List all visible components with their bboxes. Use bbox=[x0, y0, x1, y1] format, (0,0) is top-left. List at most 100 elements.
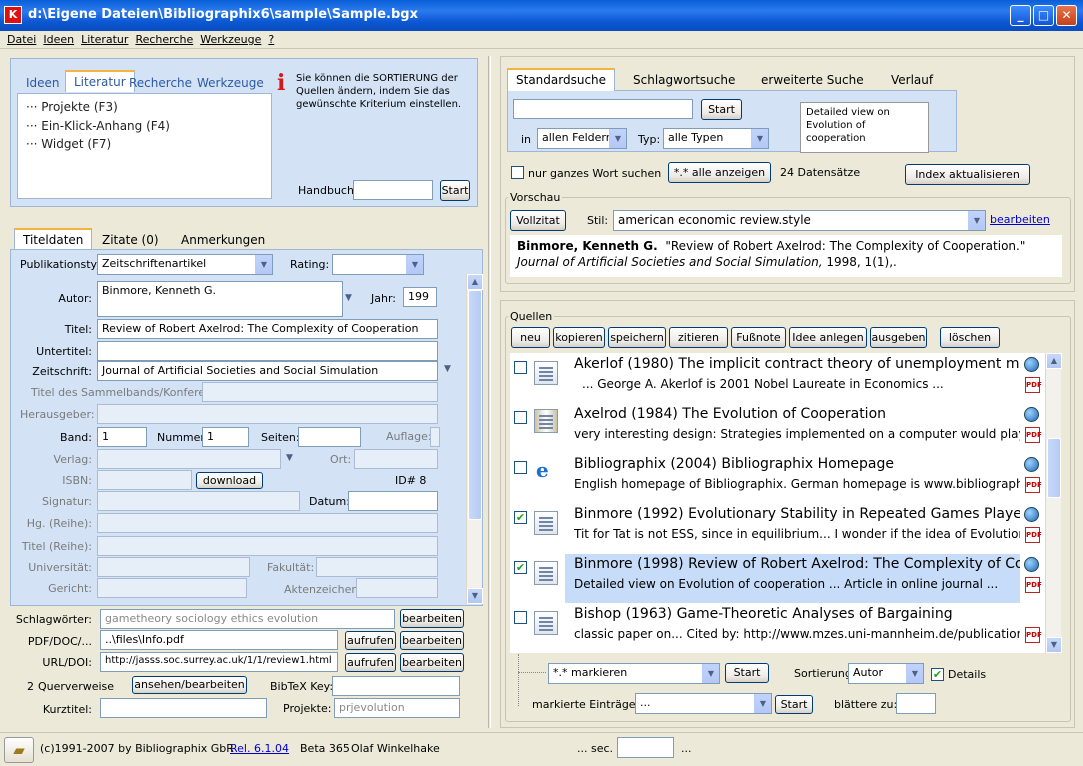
band-input[interactable]: 1 bbox=[97, 427, 147, 447]
mark-select[interactable]: *.* markieren ▼ bbox=[548, 663, 720, 684]
untertitel-input[interactable] bbox=[97, 341, 438, 361]
maximize-button[interactable]: □ bbox=[1033, 5, 1054, 26]
list-item[interactable]: Akerlof (1980) The implicit contract the… bbox=[510, 353, 1045, 403]
web-link-icon[interactable] bbox=[1024, 457, 1039, 472]
tab-ideen[interactable]: Ideen bbox=[18, 73, 68, 93]
tab-verlauf[interactable]: Verlauf bbox=[883, 70, 941, 90]
loeschen-button[interactable]: löschen bbox=[940, 327, 1000, 348]
hg-reihe-input[interactable] bbox=[97, 513, 438, 533]
list-item[interactable]: Axelrod (1984) The Evolution of Cooperat… bbox=[510, 403, 1045, 453]
handbuch-input[interactable] bbox=[353, 180, 433, 200]
url-bearbeiten-button[interactable]: bearbeiten bbox=[400, 653, 464, 672]
pdf-icon[interactable]: PDF bbox=[1025, 377, 1042, 393]
autor-dropdown-icon[interactable]: ▼ bbox=[345, 293, 352, 303]
querverweise-button[interactable]: ansehen/bearbeiten bbox=[132, 676, 247, 694]
tab-werkzeuge[interactable]: Werkzeuge bbox=[189, 73, 272, 93]
list-item[interactable]: Bishop (1963) Game-Theoretic Analyses of… bbox=[510, 603, 1045, 653]
pubtyp-select[interactable]: Zeitschriftenartikel ▼ bbox=[97, 254, 273, 275]
pdf-bearbeiten-button[interactable]: bearbeiten bbox=[400, 631, 464, 650]
window-titlebar[interactable]: K d:\Eigene Dateien\Bibliographix6\sampl… bbox=[0, 0, 1083, 31]
aktenzeichen-input[interactable] bbox=[356, 578, 438, 598]
titel-reihe-input[interactable] bbox=[97, 536, 438, 556]
pdf-aufrufen-button[interactable]: aufrufen bbox=[345, 631, 396, 650]
download-button[interactable]: download bbox=[196, 472, 263, 489]
web-link-icon[interactable] bbox=[1024, 507, 1039, 522]
details-checkbox[interactable]: ✔ bbox=[931, 668, 944, 681]
pdf-icon[interactable]: PDF bbox=[1025, 477, 1042, 493]
pdf-icon[interactable]: PDF bbox=[1025, 627, 1042, 643]
tab-zitate[interactable]: Zitate (0) bbox=[94, 230, 167, 250]
menu-ideen[interactable]: Ideen bbox=[43, 33, 74, 46]
herausgeber-input[interactable] bbox=[97, 404, 438, 424]
gericht-input[interactable] bbox=[97, 578, 247, 598]
sources-scrollbar[interactable]: ▲ ▼ bbox=[1045, 353, 1062, 653]
scroll-up-icon[interactable]: ▲ bbox=[1046, 353, 1062, 369]
autor-input[interactable]: Binmore, Kenneth G. bbox=[97, 281, 343, 317]
auflage-input[interactable] bbox=[430, 427, 440, 447]
mark-start-button[interactable]: Start bbox=[725, 663, 769, 683]
tree-item-widget[interactable]: ··· Widget (F7) bbox=[26, 137, 111, 151]
list-item[interactable]: e Bibliographix (2004) Bibliographix Hom… bbox=[510, 453, 1045, 503]
item-checkbox[interactable] bbox=[514, 361, 527, 374]
list-item[interactable]: ✔ Binmore (1992) Evolutionary Stability … bbox=[510, 503, 1045, 553]
neu-button[interactable]: neu bbox=[511, 327, 550, 348]
datum-input[interactable] bbox=[348, 491, 438, 511]
jahr-input[interactable]: 199 bbox=[403, 287, 437, 307]
pdf-icon[interactable]: PDF bbox=[1025, 527, 1042, 543]
scroll-thumb[interactable] bbox=[468, 290, 482, 520]
nummer-input[interactable]: 1 bbox=[202, 427, 249, 447]
rating-select[interactable]: ▼ bbox=[332, 254, 424, 275]
signatur-input[interactable] bbox=[97, 491, 300, 511]
web-link-icon[interactable] bbox=[1024, 407, 1039, 422]
vollzitat-button[interactable]: Vollzitat bbox=[510, 210, 566, 231]
tree-item-projekte[interactable]: ··· Projekte (F3) bbox=[26, 100, 118, 114]
ort-input[interactable] bbox=[354, 449, 438, 469]
minimize-button[interactable]: _ bbox=[1010, 5, 1031, 26]
stil-select[interactable]: american economic review.style ▼ bbox=[613, 210, 986, 231]
item-checkbox[interactable] bbox=[514, 611, 527, 624]
tree-item-ein-klick[interactable]: ··· Ein-Klick-Anhang (F4) bbox=[26, 119, 170, 133]
whole-word-checkbox[interactable] bbox=[511, 166, 524, 179]
zeitschrift-dropdown-icon[interactable]: ▼ bbox=[444, 364, 451, 374]
scroll-down-icon[interactable]: ▼ bbox=[1046, 637, 1062, 653]
projekte-input[interactable]: prjevolution bbox=[334, 698, 460, 718]
url-input[interactable]: http://jasss.soc.surrey.ac.uk/1/1/review… bbox=[100, 652, 338, 672]
in-select[interactable]: allen Feldern ▼ bbox=[537, 128, 627, 149]
release-link[interactable]: Rel. 6.1.04 bbox=[230, 742, 289, 755]
item-checkbox[interactable] bbox=[514, 461, 527, 474]
typ-select[interactable]: alle Typen ▼ bbox=[663, 128, 769, 149]
idee-anlegen-button[interactable]: Idee anlegen bbox=[789, 327, 867, 348]
speichern-button[interactable]: speichern bbox=[608, 327, 666, 348]
pdf-icon[interactable]: PDF bbox=[1025, 577, 1042, 593]
list-item-selected[interactable]: ✔ Binmore (1998) Review of Robert Axelro… bbox=[510, 553, 1045, 603]
tab-standardsuche[interactable]: Standardsuche bbox=[507, 68, 616, 91]
search-start-button[interactable]: Start bbox=[701, 99, 742, 120]
menu-help[interactable]: ? bbox=[268, 33, 274, 46]
show-all-button[interactable]: *.* alle anzeigen bbox=[668, 162, 771, 183]
bibtex-input[interactable] bbox=[332, 676, 460, 696]
markierte-start-button[interactable]: Start bbox=[775, 695, 813, 714]
web-link-icon[interactable] bbox=[1024, 357, 1039, 372]
verlag-input[interactable] bbox=[97, 449, 281, 469]
isbn-input[interactable] bbox=[97, 470, 192, 490]
index-update-button[interactable]: Index aktualisieren bbox=[905, 164, 1030, 185]
tab-erweiterte-suche[interactable]: erweiterte Suche bbox=[753, 70, 872, 90]
item-checkbox[interactable]: ✔ bbox=[514, 561, 527, 574]
verlag-dropdown-icon[interactable]: ▼ bbox=[286, 453, 293, 463]
search-input[interactable] bbox=[513, 99, 693, 119]
blaettere-input[interactable] bbox=[896, 693, 936, 714]
fussnote-button[interactable]: Fußnote bbox=[731, 327, 786, 348]
kopieren-button[interactable]: kopieren bbox=[553, 327, 605, 348]
scroll-thumb[interactable] bbox=[1047, 438, 1061, 498]
pdf-input[interactable]: ..\files\Info.pdf bbox=[100, 630, 338, 650]
handbuch-start-button[interactable]: Start bbox=[440, 180, 470, 201]
stil-bearbeiten-link[interactable]: bearbeiten bbox=[990, 213, 1050, 226]
sammelband-input[interactable] bbox=[202, 382, 438, 402]
sortierung-select[interactable]: Autor ▼ bbox=[848, 663, 924, 684]
titel-input[interactable]: Review of Robert Axelrod: The Complexity… bbox=[97, 319, 438, 339]
universitaet-input[interactable] bbox=[97, 557, 250, 577]
menu-datei[interactable]: Datei bbox=[7, 33, 36, 46]
tab-titeldaten[interactable]: Titeldaten bbox=[14, 228, 93, 250]
fakultaet-input[interactable] bbox=[316, 557, 438, 577]
zeitschrift-input[interactable]: Journal of Artificial Societies and Soci… bbox=[97, 361, 438, 381]
